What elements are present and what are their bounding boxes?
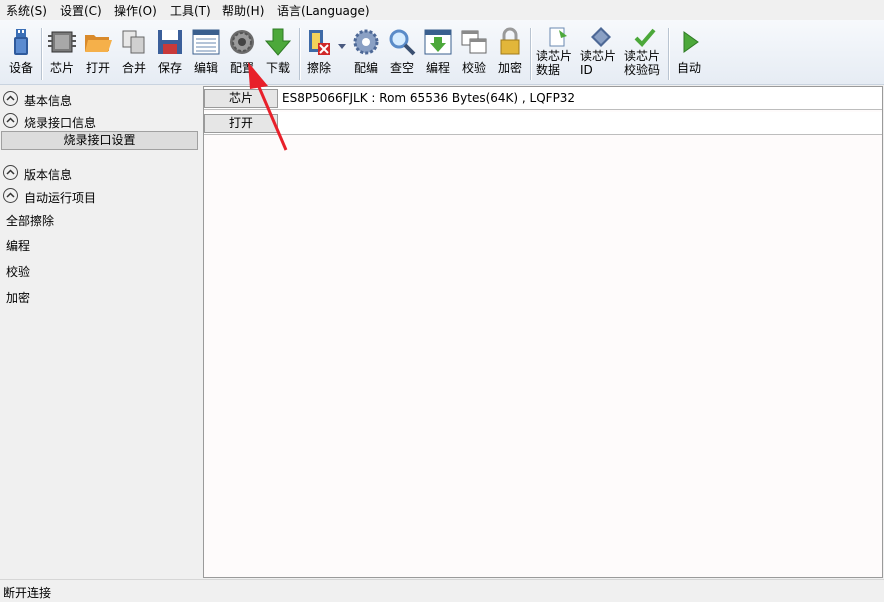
main-panel: 芯片 ES8P5066FJLK : Rom 65536 Bytes(64K) ,…: [203, 86, 883, 578]
verify-label: 校验: [461, 61, 486, 75]
diamond-id-icon: [591, 27, 611, 47]
chip-icon: [48, 31, 76, 53]
status-bar: 断开连接: [0, 579, 884, 602]
program-button[interactable]: 编程: [421, 24, 455, 82]
open-row: 打开: [204, 112, 882, 135]
download-label: 下载: [265, 61, 290, 75]
read-data-icon: [549, 27, 567, 47]
chevron-up-icon: [6, 117, 15, 123]
chip-info-text: ES8P5066FJLK : Rom 65536 Bytes(64K) , LQ…: [282, 91, 576, 105]
section-burn-interface-info-label: 烧录接口信息: [24, 116, 97, 130]
section-auto-run-items-label: 自动运行项目: [24, 191, 97, 205]
magnifier-icon: [389, 29, 416, 56]
erase-label: 擦除: [306, 61, 331, 75]
read-id-button[interactable]: 读芯片 ID: [578, 24, 620, 82]
merge-label: 合并: [121, 61, 146, 75]
merge-icon: [122, 30, 145, 54]
erase-button[interactable]: 擦除: [302, 24, 346, 82]
merge-button[interactable]: 合并: [117, 24, 151, 82]
section-basic-info-label: 基本信息: [24, 94, 73, 108]
chip-label: 芯片: [49, 61, 74, 75]
read-data-label-1: 读芯片: [536, 49, 573, 63]
blank-check-label: 查空: [389, 61, 414, 75]
menu-operation[interactable]: 操作(O): [114, 2, 157, 19]
config-label: 配置: [229, 61, 254, 75]
encrypt-label: 加密: [497, 61, 522, 75]
read-checksum-label-1: 读芯片: [624, 49, 661, 63]
play-icon: [683, 31, 699, 53]
config-edit-label: 配编: [353, 61, 378, 75]
chevron-down-icon[interactable]: [338, 44, 346, 50]
chevron-up-icon: [6, 95, 15, 101]
read-id-label-1: 读芯片: [580, 49, 617, 63]
download-button[interactable]: 下载: [261, 24, 295, 82]
auto-label: 自动: [676, 61, 701, 75]
menu-help[interactable]: 帮助(H): [222, 2, 264, 19]
sidebar: 基本信息 烧录接口信息 烧录接口设置 版本信息 自动运行项目 全部擦除 编程 校…: [0, 86, 202, 578]
encrypt-button[interactable]: 加密: [493, 24, 527, 82]
chip-button[interactable]: 芯片: [45, 24, 79, 82]
auto-button[interactable]: 自动: [672, 24, 706, 82]
menu-language[interactable]: 语言(Language): [277, 2, 370, 19]
burn-interface-setting-button[interactable]: 烧录接口设置: [1, 131, 198, 150]
read-checksum-button[interactable]: 读芯片 校验码: [622, 24, 666, 82]
read-id-label-2: ID: [580, 63, 593, 77]
erase-icon: [309, 30, 330, 55]
save-label: 保存: [157, 61, 182, 75]
edit-button[interactable]: 编辑: [189, 24, 223, 82]
checkmark-icon: [634, 28, 656, 47]
config-edit-button[interactable]: 配编: [349, 24, 383, 82]
cog-edit-icon: [353, 29, 379, 55]
device-label: 设备: [8, 61, 33, 75]
auto-item-encrypt[interactable]: 加密: [6, 289, 30, 306]
config-button[interactable]: 配置: [225, 24, 259, 82]
read-checksum-label-2: 校验码: [624, 63, 661, 77]
toolbar: 设备 芯片 打开 合并 保存 编辑 配置 下载 擦除 配编 查空 编程 校验 加…: [0, 20, 884, 85]
auto-item-verify[interactable]: 校验: [6, 263, 30, 280]
chip-row: 芯片 ES8P5066FJLK : Rom 65536 Bytes(64K) ,…: [204, 87, 882, 110]
windows-compare-icon: [461, 30, 487, 54]
open-button[interactable]: 打开: [81, 24, 115, 82]
read-data-label-2: 数据: [536, 63, 561, 77]
arrow-down-icon: [264, 28, 292, 56]
folder-open-icon: [85, 35, 112, 52]
blank-check-button[interactable]: 查空: [385, 24, 419, 82]
floppy-save-icon: [158, 30, 182, 54]
edit-label: 编辑: [193, 61, 218, 75]
menu-settings[interactable]: 设置(C): [60, 2, 102, 19]
chevron-up-icon: [6, 192, 15, 198]
gear-icon: [230, 30, 254, 54]
section-version-info-label: 版本信息: [24, 168, 73, 182]
open-label: 打开: [85, 61, 110, 75]
lock-icon: [500, 27, 520, 55]
read-data-button[interactable]: 读芯片 数据: [534, 24, 576, 82]
connection-status: 断开连接: [3, 586, 52, 600]
chevron-up-icon: [6, 169, 15, 175]
chip-select-button[interactable]: 芯片: [204, 89, 278, 108]
menu-bar: 系统(S) 设置(C) 操作(O) 工具(T) 帮助(H) 语言(Languag…: [0, 0, 884, 20]
menu-tools[interactable]: 工具(T): [170, 2, 211, 19]
verify-button[interactable]: 校验: [457, 24, 491, 82]
edit-list-icon: [192, 29, 220, 55]
open-file-button[interactable]: 打开: [204, 114, 278, 133]
usb-icon: [14, 29, 28, 55]
program-icon: [424, 29, 452, 55]
auto-item-program[interactable]: 编程: [6, 237, 30, 254]
program-label: 编程: [425, 61, 450, 75]
device-button[interactable]: 设备: [4, 24, 38, 82]
save-button[interactable]: 保存: [153, 24, 187, 82]
menu-system[interactable]: 系统(S): [6, 2, 47, 19]
auto-item-erase-all[interactable]: 全部擦除: [6, 212, 54, 229]
